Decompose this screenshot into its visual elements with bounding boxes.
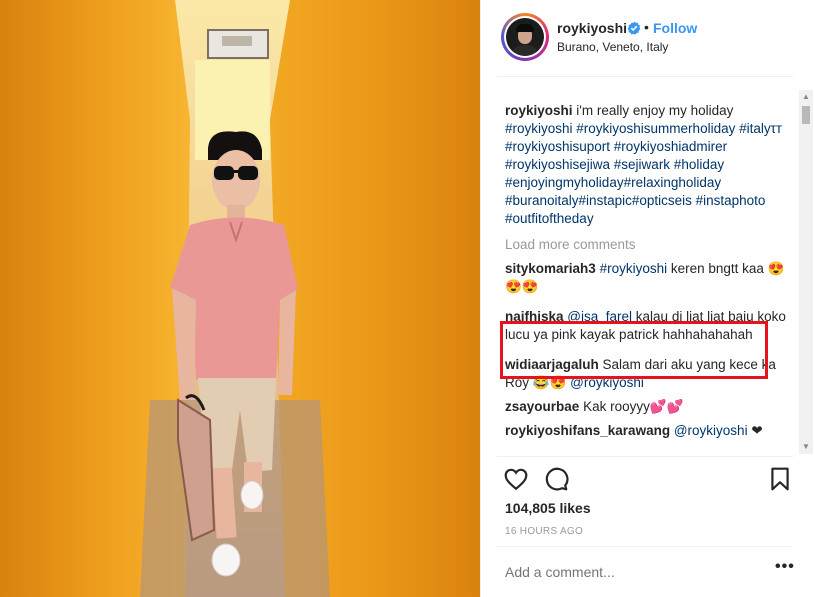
heart-icon[interactable]	[503, 466, 529, 492]
comments-scrollbar[interactable]: ▲ ▼	[799, 90, 813, 454]
divider	[497, 546, 793, 547]
post-timestamp[interactable]: 16 HOURS AGO	[505, 526, 583, 537]
post-header: roykiyoshi • Follow Burano, Veneto, Ital…	[481, 0, 814, 76]
post-location[interactable]: Burano, Veneto, Italy	[557, 40, 668, 54]
avatar-frame	[504, 16, 546, 58]
comment-username[interactable]: sitykomariah3	[505, 261, 596, 276]
scroll-down-icon[interactable]: ▼	[799, 440, 813, 454]
follow-button[interactable]: Follow	[653, 20, 697, 36]
list-item: zsayourbae Kak rooyyy💕💕	[505, 398, 795, 416]
list-item: sitykomariah3 #roykiyoshi keren bngtt ka…	[505, 260, 795, 296]
bookmark-icon[interactable]	[767, 466, 793, 492]
caption-text: i'm really enjoy my holiday	[576, 103, 734, 118]
comments-list: roykiyoshi i'm really enjoy my holiday #…	[505, 102, 795, 454]
comment-mention[interactable]: #roykiyoshi	[600, 261, 668, 276]
caption-hashtags[interactable]: #roykiyoshi #roykiyoshisummerholiday #it…	[505, 121, 782, 226]
comment-username[interactable]: zsayourbae	[505, 399, 579, 414]
header-dot-separator: •	[644, 19, 649, 35]
avatar[interactable]	[501, 13, 549, 61]
add-comment-input[interactable]	[505, 564, 775, 580]
comment-mention[interactable]: @roykiyoshi	[674, 423, 748, 438]
comment-username[interactable]: roykiyoshifans_karawang	[505, 423, 670, 438]
comment-text: ❤	[751, 423, 763, 438]
comment-highlight-box	[500, 321, 768, 379]
divider	[497, 76, 793, 77]
more-options-icon[interactable]: •••	[775, 558, 795, 576]
list-item: roykiyoshifans_karawang @roykiyoshi ❤	[505, 422, 795, 440]
caption-username[interactable]: roykiyoshi	[505, 103, 573, 118]
divider	[497, 456, 793, 457]
post-actions	[481, 462, 814, 498]
comment-text: Kak rooyyy💕💕	[583, 399, 684, 414]
avatar-image	[506, 18, 544, 56]
post-photo[interactable]	[0, 0, 480, 597]
scrollbar-thumb[interactable]	[802, 106, 810, 124]
post-side-panel: roykiyoshi • Follow Burano, Veneto, Ital…	[480, 0, 814, 597]
photo-illustration	[0, 0, 480, 597]
comment-icon[interactable]	[543, 466, 569, 492]
scroll-up-icon[interactable]: ▲	[799, 90, 813, 104]
post-username[interactable]: roykiyoshi	[557, 20, 627, 36]
caption: roykiyoshi i'm really enjoy my holiday #…	[505, 102, 795, 228]
likes-count[interactable]: 104,805 likes	[505, 500, 591, 516]
verified-badge-icon	[627, 21, 641, 35]
load-more-comments-button[interactable]: Load more comments	[505, 236, 795, 254]
